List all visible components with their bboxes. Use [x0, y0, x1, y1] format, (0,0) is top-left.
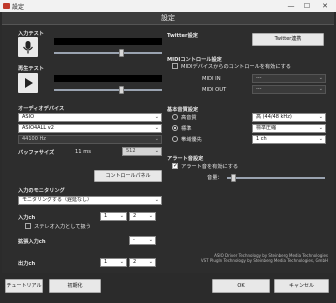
playback-volume-thumb[interactable] [119, 86, 124, 94]
chevron-down-icon: ⌄ [154, 197, 159, 203]
quality-bandwidth-select[interactable]: 1 ch ⌄ [252, 135, 326, 144]
device-api-select[interactable]: ASIO ⌄ [18, 113, 162, 122]
audio-device-label: オーディオデバイス [18, 106, 65, 112]
play-button[interactable] [18, 73, 38, 93]
chevron-down-icon: ⌄ [318, 136, 323, 142]
midi-out-select[interactable]: --- ⌄ [252, 85, 326, 94]
midi-out-label: MIDI OUT [202, 87, 227, 93]
alert-volume-slider[interactable] [227, 177, 325, 179]
monitoring-label: 入力のモニタリング [18, 188, 65, 194]
playback-level-meter [54, 75, 162, 82]
buffer-size-label: バッファサイズ [18, 150, 55, 156]
alert-enable-checkbox[interactable] [172, 162, 178, 169]
play-icon [25, 78, 33, 88]
buffer-size-select[interactable]: 512 ⌄ [122, 147, 162, 156]
stereo-input-checkbox[interactable] [25, 223, 31, 229]
basic-quality-label: 基本音質設定 [167, 107, 199, 113]
chevron-down-icon: ⌄ [148, 237, 153, 243]
quality-standard-radio[interactable] [172, 125, 178, 131]
ext-input-select[interactable]: - ⌄ [129, 236, 156, 245]
quality-bandwidth-radio[interactable] [172, 136, 178, 142]
quality-bandwidth-label: 帯域優先 [181, 137, 202, 143]
tutorial-button[interactable]: チュートリアル [5, 279, 43, 293]
chevron-down-icon: ⌄ [154, 125, 159, 131]
input-test-label: 入力テスト [18, 31, 44, 37]
midi-enable-checkbox[interactable] [172, 63, 178, 69]
microphone-icon [23, 41, 33, 54]
chevron-down-icon: ⌄ [148, 213, 153, 219]
chevron-down-icon: ⌄ [154, 136, 159, 142]
quality-high-label: 高音質 [181, 115, 197, 121]
input-volume-slider[interactable] [54, 52, 162, 54]
midi-settings-label: MIDIコントロール設定 [167, 57, 222, 63]
microphone-button[interactable] [18, 37, 38, 57]
chevron-down-icon: ⌄ [318, 75, 323, 81]
output-ch-1-select[interactable]: 1 ⌄ [100, 258, 127, 267]
footer-bar: チュートリアル 初期化 OK キャンセル [2, 273, 334, 303]
output-ch-2-select[interactable]: 2 ⌄ [129, 258, 156, 267]
credits: ASIO Driver Technology by Steinberg Medi… [201, 253, 328, 263]
input-ch-2-select[interactable]: 2 ⌄ [129, 212, 156, 221]
output-ch-label: 出力ch [18, 261, 36, 267]
settings-panel: 入力テスト 再生テスト オーディオデバイス ASIO ⌄ ASIO4ALL v2 ⌄… [2, 25, 334, 273]
sample-rate-select[interactable]: 44100 Hz ⌄ [18, 135, 162, 144]
close-button[interactable]: ✕ [318, 0, 332, 12]
maximize-button[interactable]: ☐ [300, 0, 314, 12]
alert-enable-label: アラート音を有効にする [181, 164, 239, 170]
midi-enable-label: MIDIデバイスからのコントロールを有効にする [181, 64, 291, 70]
chevron-down-icon: ⌄ [154, 148, 159, 154]
credit-vst: VST PlugIn Technology by Steinberg Media… [200, 258, 328, 263]
quality-high-radio[interactable] [172, 114, 178, 120]
chevron-down-icon: ⌄ [318, 114, 323, 120]
chevron-down-icon: ⌄ [318, 86, 323, 92]
control-panel-button[interactable]: コントロールパネル [94, 170, 162, 182]
chevron-down-icon: ⌄ [154, 114, 159, 120]
settings-header: 設定 [2, 12, 334, 25]
ext-input-label: 拡張入力ch [18, 239, 46, 245]
minimize-button[interactable]: — [284, 0, 298, 12]
quality-standard-label: 標準 [181, 126, 192, 132]
chevron-down-icon: ⌄ [318, 125, 323, 131]
stereo-input-label: ステレオ入力として扱う [34, 224, 91, 230]
midi-in-label: MIDI IN [202, 76, 221, 82]
alert-volume-thumb[interactable] [230, 174, 236, 182]
input-ch-1-select[interactable]: 1 ⌄ [100, 212, 127, 221]
chevron-down-icon: ⌄ [119, 213, 124, 219]
twitter-settings-label: Twitter設定 [167, 33, 198, 39]
chevron-down-icon: ⌄ [148, 259, 153, 265]
quality-standard-select[interactable]: 標準圧縮 ⌄ [252, 124, 326, 133]
input-volume-thumb[interactable] [119, 49, 124, 57]
cancel-button[interactable]: キャンセル [274, 279, 329, 293]
twitter-connect-button[interactable]: Twitter連携 [252, 33, 324, 46]
window-title: 設定 [12, 4, 25, 11]
device-name-select[interactable]: ASIO4ALL v2 ⌄ [18, 124, 162, 133]
ok-button[interactable]: OK [212, 279, 270, 293]
title-bar: 設定 — ☐ ✕ [0, 0, 336, 12]
input-ch-label: 入力ch [18, 215, 36, 221]
playback-test-label: 再生テスト [18, 66, 44, 72]
quality-high-select[interactable]: 高 (44/48 kHz) ⌄ [252, 113, 326, 122]
alert-sound-label: アラート音設定 [167, 156, 204, 162]
monitoring-select[interactable]: モニタリングする（遅延なし） ⌄ [18, 196, 162, 205]
alert-volume-label: 音量： [207, 175, 223, 181]
input-level-meter [54, 38, 162, 45]
app-icon [3, 3, 10, 9]
playback-volume-slider[interactable] [54, 89, 162, 91]
chevron-down-icon: ⌄ [119, 259, 124, 265]
buffer-ms-value: 11 ms [75, 149, 92, 155]
midi-in-select[interactable]: --- ⌄ [252, 74, 326, 83]
reset-button[interactable]: 初期化 [49, 279, 101, 293]
